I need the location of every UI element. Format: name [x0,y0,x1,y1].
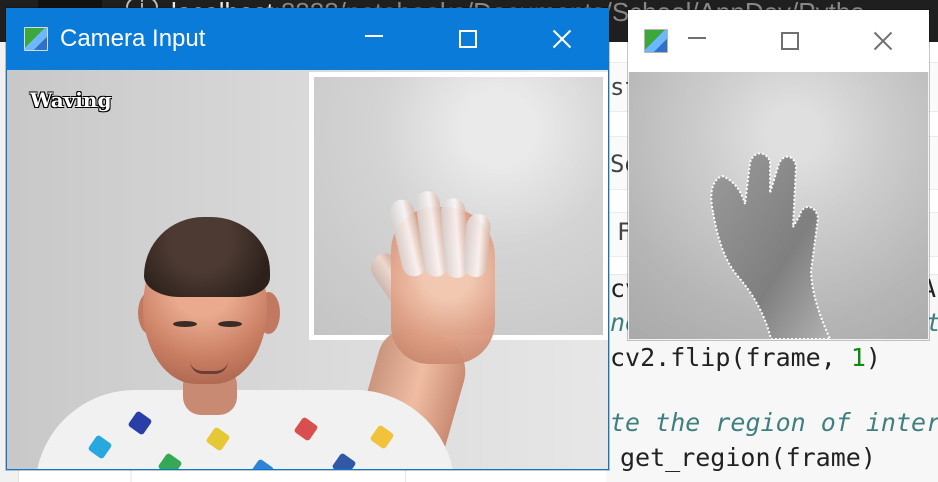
flip-code-line: cv2.flip(frame, 1) [610,343,881,373]
hand-mask-window[interactable] [628,10,929,340]
right-eye [218,321,242,327]
mask-maximize-button[interactable] [743,10,836,72]
app-window-icon [24,27,48,51]
shirt-pattern-mark [293,416,319,442]
shirt-pattern-mark [331,452,357,469]
camera-feed: Waving [7,70,608,469]
comment-code-text: te the region of inter [610,408,938,437]
shirt-pattern-mark [205,426,231,452]
hand-segmentation-image [710,152,832,339]
camera-title-bar[interactable]: Camera Input [6,8,609,70]
flip-code-text: cv2.flip(frame, 1) [610,343,881,372]
mask-minimize-button[interactable] [650,10,743,72]
camera-close-button[interactable] [515,8,609,70]
camera-minimize-button[interactable] [327,8,421,70]
desktop-stage: ← i localhost:8888/notebooks/Documents/S… [0,0,938,482]
close-icon [872,30,894,52]
person-hair [144,217,270,297]
camera-input-window[interactable]: Camera Input Waving [6,8,609,470]
finger-shape [462,213,492,278]
gesture-status-text: Waving [30,88,112,112]
mask-window-controls [650,10,929,72]
region-code-line: get_region(frame) [620,443,876,473]
shirt-pattern-mark [157,452,183,469]
comment-code-line: te the region of inter [610,408,938,438]
maximize-icon [459,30,477,48]
shirt-pattern-mark [87,434,113,460]
close-icon [551,28,573,50]
shirt-pattern-mark [249,458,275,469]
region-code-text: get_region(frame) [620,443,876,472]
shirt-pattern-mark [127,410,153,436]
camera-window-title: Camera Input [60,25,206,52]
patterned-shirt [35,390,455,469]
mask-close-button[interactable] [836,10,929,72]
camera-window-controls [327,8,609,70]
hand-segmentation-view [629,72,928,339]
segmented-hand-shape [710,152,832,339]
shirt-pattern-mark [369,424,395,450]
left-eye [173,321,197,327]
maximize-icon [780,32,799,50]
camera-maximize-button[interactable] [421,8,515,70]
minimize-icon [365,35,383,37]
numeric-literal: 1 [850,343,866,372]
minimize-icon [687,37,706,39]
mask-title-bar[interactable] [628,10,929,72]
